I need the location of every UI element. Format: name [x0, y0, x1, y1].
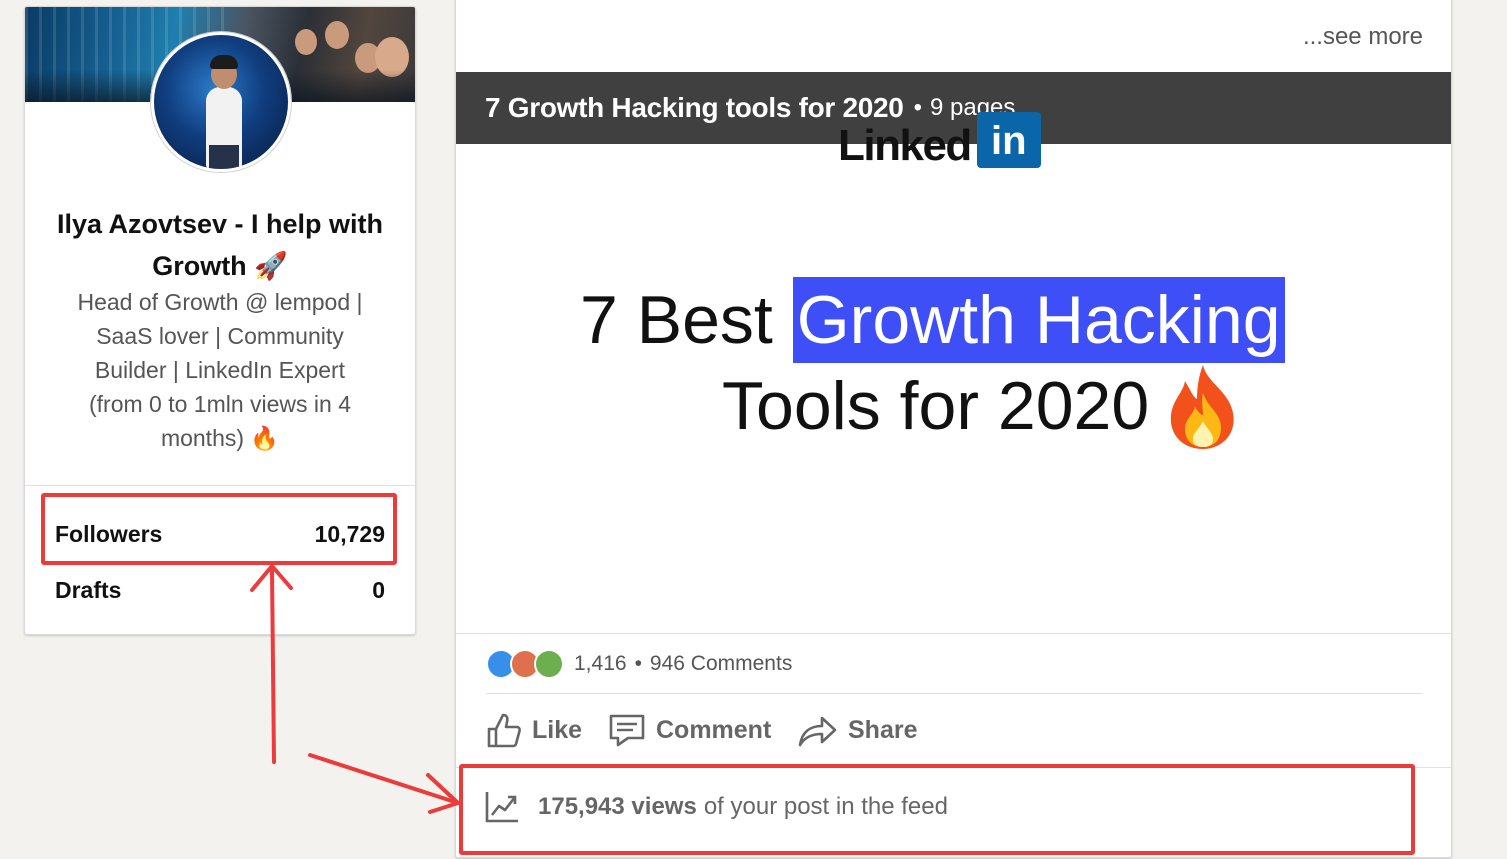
social-separator: •: [634, 652, 642, 675]
profile-headline: Head of Growth @ lempod | SaaS lover | C…: [77, 289, 363, 451]
share-button[interactable]: Share: [796, 705, 917, 755]
comments-count[interactable]: 946 Comments: [650, 652, 792, 676]
like-icon: [487, 713, 521, 748]
share-label: Share: [848, 715, 918, 744]
divider: [486, 693, 1423, 694]
avatar[interactable]: [151, 32, 291, 172]
post-card: ...see more 7 Growth Hacking tools for 2…: [455, 0, 1452, 858]
slide-text-highlight: Growth Hacking: [792, 277, 1285, 363]
stat-drafts[interactable]: Drafts 0: [55, 570, 385, 610]
stat-label: Drafts: [55, 576, 122, 603]
profile-name[interactable]: Ilya Azovtsev - I help with Growth 🚀: [45, 203, 395, 287]
slide-text-line-2: Tools for 2020: [722, 368, 1150, 444]
annotation-highlight-views: [459, 764, 1415, 855]
banner-face: [295, 29, 317, 55]
see-more-link[interactable]: ...see more: [1303, 23, 1423, 51]
linkedin-logo: Linked in: [838, 110, 1041, 168]
social-counts[interactable]: 1,416 • 946 Comments: [486, 649, 792, 679]
annotation-highlight-followers: [41, 493, 397, 565]
divider: [25, 485, 415, 486]
fire-icon: [1170, 365, 1234, 449]
stat-value: 0: [372, 576, 385, 603]
comment-label: Comment: [656, 715, 772, 744]
comment-button[interactable]: Comment: [608, 705, 771, 755]
share-icon: [798, 716, 837, 747]
avatar-figure-legs: [209, 145, 239, 169]
like-label: Like: [532, 715, 583, 744]
divider: [456, 633, 1451, 634]
reaction-count[interactable]: 1,416: [574, 652, 627, 676]
slide-title-line-1: 7 Best Growth Hacking: [580, 277, 1285, 363]
avatar-figure-hair: [210, 55, 238, 69]
linkedin-logo-word: Linked: [838, 121, 972, 170]
like-button[interactable]: Like: [486, 705, 582, 755]
slide-title-line-2: Tools for 2020: [722, 363, 1243, 449]
banner-face: [325, 21, 349, 49]
celebrate-reaction-icon: [534, 649, 564, 679]
linkedin-logo-box: in: [976, 112, 1041, 168]
comment-icon: [609, 714, 645, 747]
slide-text-plain: 7 Best: [580, 282, 773, 358]
